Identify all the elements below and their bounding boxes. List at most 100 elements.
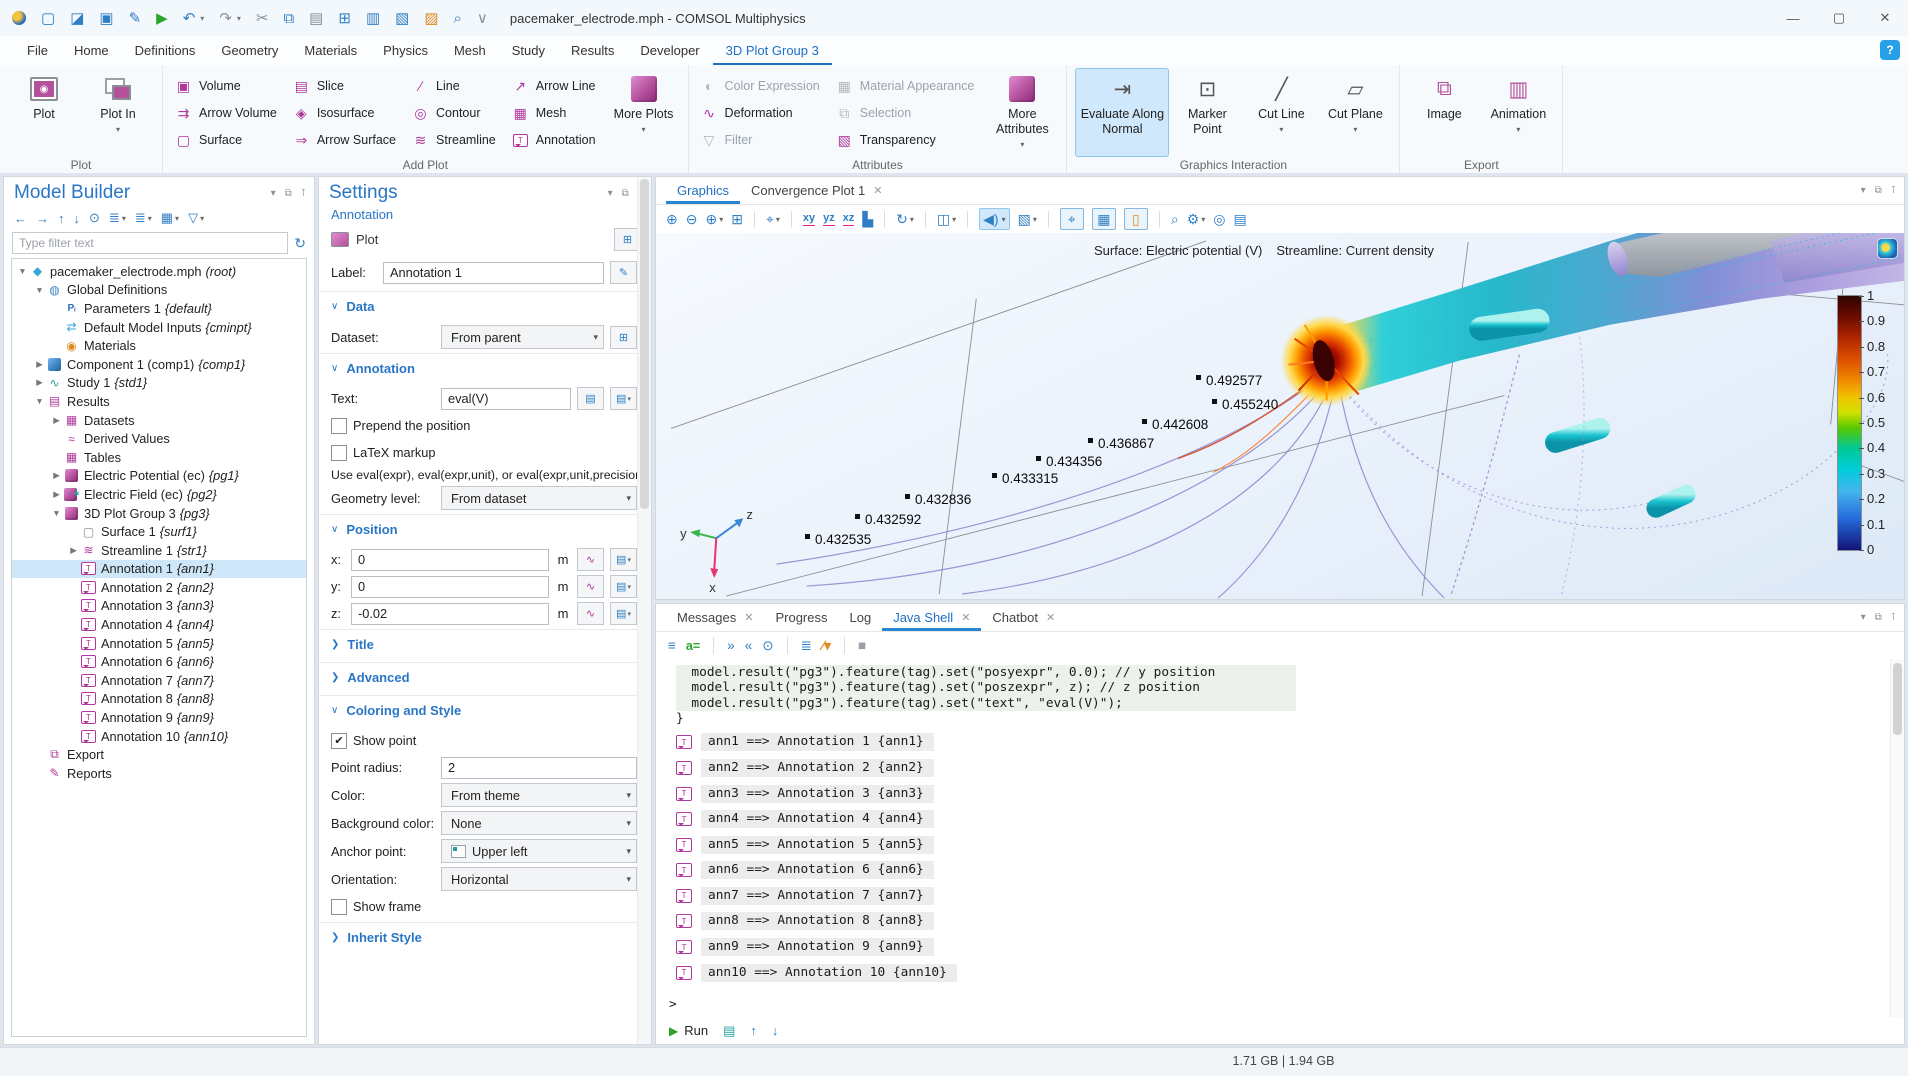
arrow-surface-button[interactable]: ⇒Arrow Surface [289,128,406,152]
print-icon[interactable]: ▤ [1233,211,1246,228]
menu-item-developer[interactable]: Developer [627,36,712,65]
scene-settings-icon[interactable]: ⚙▾ [1187,211,1206,228]
tree-node-materials[interactable]: ◉Materials [12,336,306,355]
select-box-icon[interactable]: ▧ [395,11,409,26]
section-header-advanced[interactable]: ❯Advanced [319,662,651,692]
copy-icon[interactable]: ⧉ [283,11,294,26]
color-dropdown[interactable]: From theme [441,783,637,807]
chevron-down-icon[interactable]: ▾ [910,215,914,224]
show-frame-checkbox[interactable] [331,899,347,915]
collapse-arrow-icon[interactable]: ▶ [67,545,80,556]
menu-item-materials[interactable]: Materials [291,36,370,65]
show-point-checkbox[interactable]: ✔ [331,733,347,749]
panel-pin-icon[interactable]: ⊺ [1891,185,1896,196]
tree-node-3d-plot-group-3[interactable]: ▼3D Plot Group 3{pg3} [12,504,306,523]
chevron-down-icon[interactable]: ▾ [719,215,723,224]
tree-node-reports[interactable]: ✎Reports [12,764,306,783]
sound-toggle[interactable]: ◀)▾ [979,208,1009,230]
tree-node-component-1-comp1-[interactable]: ▶Component 1 (comp1){comp1} [12,355,306,374]
run-icon[interactable]: ▶ [156,11,168,26]
close-icon[interactable]: ✕ [1046,611,1055,624]
zoom-out-icon[interactable]: ⊖ [686,211,698,228]
collapse-arrow-icon[interactable]: ▶ [50,415,63,426]
zoom-extents-icon[interactable]: ⊞ [731,211,743,228]
save-as-icon[interactable]: ✎ [129,11,142,26]
show-axes-icon[interactable]: ⌖ [1068,211,1076,228]
more-icon[interactable]: ∨ [477,11,488,26]
help-button[interactable]: ? [1880,40,1900,60]
panel-float-icon[interactable]: ⧉ [1875,185,1882,196]
undo-caret-icon[interactable]: ▾ [200,14,204,23]
view-yz-icon[interactable]: yz [823,212,835,225]
create-dataset-button[interactable]: ⊞ [610,326,637,349]
graphics-canvas[interactable]: y z x Surface: Electric potential (V) St… [656,233,1904,599]
annotation-button[interactable]: TAnnotation [508,128,606,152]
marker-point-button[interactable]: ⊡Marker Point [1171,68,1243,157]
maximize-button[interactable]: ▢ [1816,0,1862,36]
tab-messages[interactable]: Messages✕ [666,604,764,631]
tree-node-annotation-5[interactable]: TAnnotation 5{ann5} [12,634,306,653]
preview-icon[interactable]: ⊙ [762,638,773,654]
tree-node-annotation-6[interactable]: TAnnotation 6{ann6} [12,652,306,671]
collapse-arrow-icon[interactable]: ▶ [33,377,46,388]
close-button[interactable]: ✕ [1862,0,1908,36]
history-down-icon[interactable]: ↓ [772,1023,779,1038]
isosurface-button[interactable]: ◈Isosurface [289,101,406,125]
select-icon[interactable]: ⌕ [1171,211,1179,228]
panel-menu-icon[interactable]: ▾ [608,188,613,199]
latex-markup-checkbox[interactable] [331,445,347,461]
prepend-the-position-checkbox[interactable] [331,418,347,434]
chevron-down-icon[interactable]: ▾ [1033,215,1037,224]
arrow-volume-button[interactable]: ⇉Arrow Volume [171,101,287,125]
chevron-down-icon[interactable]: ▾ [776,215,780,224]
chevron-down-icon[interactable]: ▾ [1002,215,1006,224]
close-icon[interactable]: ✕ [744,611,753,624]
menu-item-study[interactable]: Study [499,36,558,65]
dataset-dropdown[interactable]: From parent [441,325,604,349]
zoom-box-icon[interactable]: ⊕▾ [705,211,723,228]
command-list-icon[interactable]: ▤ [723,1023,735,1039]
plot-in-button[interactable]: Plot In▾ [82,68,154,157]
tree-node-annotation-4[interactable]: TAnnotation 4{ann4} [12,615,306,634]
move-up-icon[interactable]: ↑ [58,211,65,226]
expression-button[interactable]: ▤ [577,387,604,410]
menu-item-physics[interactable]: Physics [370,36,441,65]
annotation-text-input[interactable] [441,388,571,410]
show-plot-toolbar-toggle[interactable]: ▯ [1124,208,1148,230]
tree-node-derived-values[interactable]: ≈Derived Values [12,429,306,448]
plot-button[interactable]: Plot [8,68,80,157]
annotation-label-input[interactable] [383,262,604,284]
tree-node-annotation-3[interactable]: TAnnotation 3{ann3} [12,597,306,616]
tree-node-export[interactable]: ⧉Export [12,745,306,764]
stop-icon[interactable]: ■ [858,638,866,653]
section-header-position[interactable]: ∨Position [319,514,651,544]
panel-float-icon[interactable]: ⧉ [622,188,629,199]
close-icon[interactable]: ✕ [961,611,970,624]
chevron-down-icon[interactable]: ▾ [952,215,956,224]
collapse-arrow-icon[interactable]: ▶ [50,470,63,481]
background-color-dropdown[interactable]: None [441,811,637,835]
scene-objects-icon[interactable]: ▙ [862,211,873,228]
show-values-icon[interactable]: a= [686,639,700,653]
transparency-button[interactable]: ▧Transparency [832,128,985,152]
close-icon[interactable]: ✕ [873,184,882,197]
tree-node-annotation-2[interactable]: TAnnotation 2{ann2} [12,578,306,597]
indent-more-icon[interactable]: » [727,638,735,653]
value-menu-button[interactable]: ▤▾ [610,575,637,598]
tab-log[interactable]: Log [839,604,883,631]
cut-plane-button[interactable]: ▱Cut Plane▾ [1319,68,1391,157]
tree-node-annotation-7[interactable]: TAnnotation 7{ann7} [12,671,306,690]
new-file-icon[interactable]: ▢ [41,11,55,26]
tree-node-electric-potential-ec-[interactable]: ▶Electric Potential (ec){pg1} [12,467,306,486]
expand-arrow-icon[interactable]: ▼ [50,508,63,518]
range-button[interactable]: ∿ [577,548,604,571]
panel-pin-icon[interactable]: ⊺ [301,188,306,199]
default-view-icon[interactable]: ⌖▾ [766,211,780,228]
collapse-level-icon[interactable]: ≣▾ [109,210,126,226]
panel-pin-icon[interactable]: ⊺ [1891,612,1896,623]
tree-node-results[interactable]: ▼▤Results [12,392,306,411]
evaluate-along-normal-button[interactable]: ⇥Evaluate Along Normal [1075,68,1169,157]
chevron-down-icon[interactable]: ▾ [824,638,831,653]
tab-3d-plot-group-3[interactable]: 3D Plot Group 3 [713,36,832,65]
panel-menu-icon[interactable]: ▾ [1861,612,1866,623]
